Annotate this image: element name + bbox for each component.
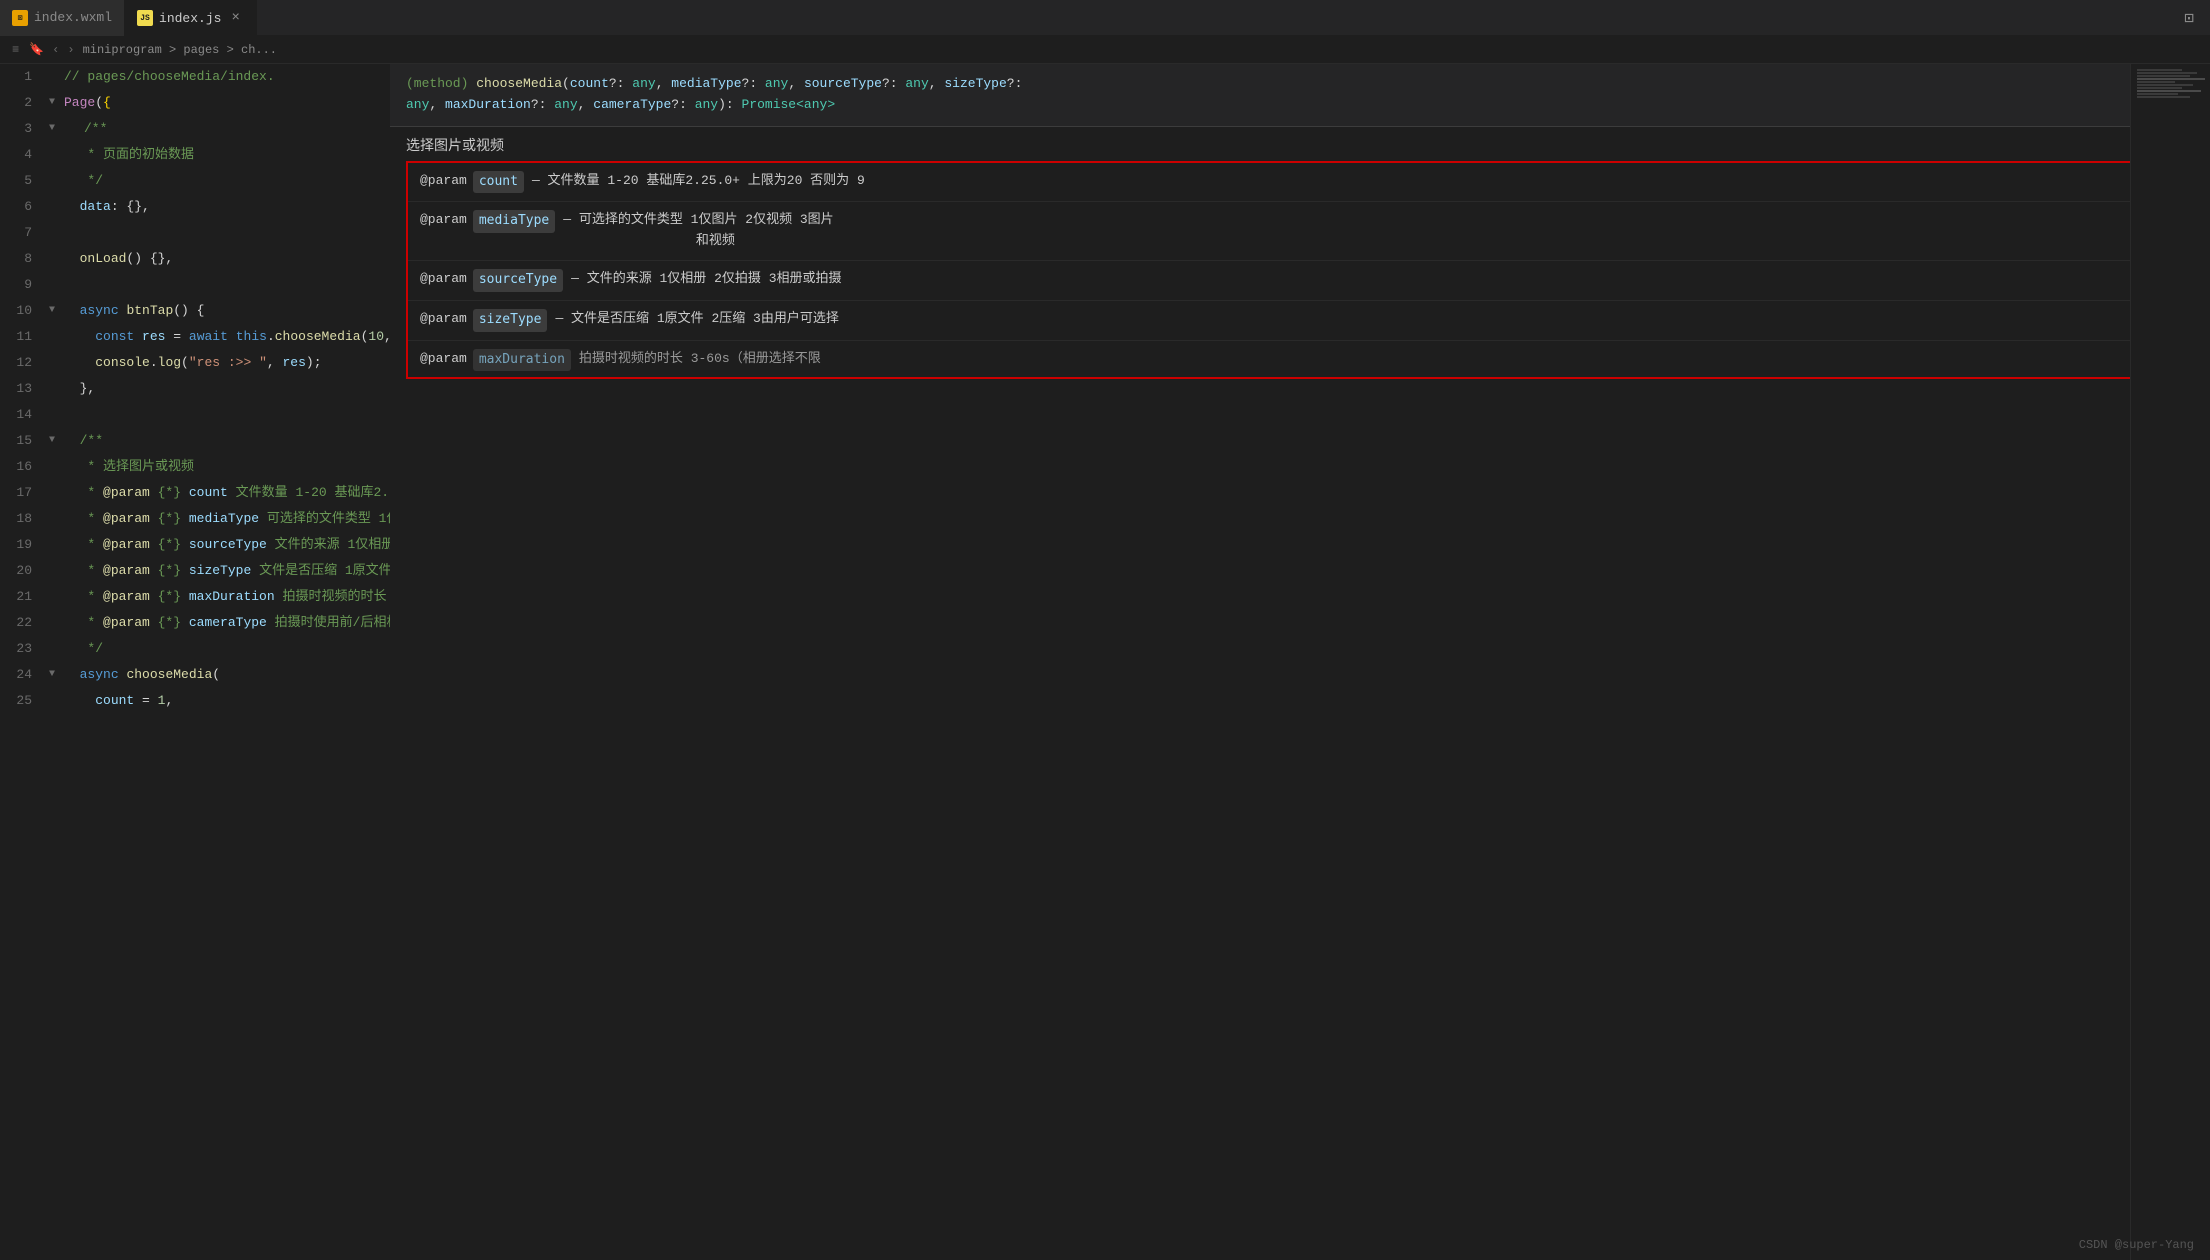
minimap <box>2130 64 2210 1260</box>
table-row: 24 ▼ async chooseMedia( <box>0 662 390 688</box>
tab-close-button[interactable]: × <box>227 8 243 28</box>
tab-bar: ⊠ index.wxml JS index.js × ⊡ <box>0 0 2210 36</box>
tooltip-param-maxduration: @param maxDuration 拍摄时视频的时长 3-60s（相册选择不限 <box>408 341 2192 377</box>
table-row: 11 const res = await this.chooseMedia(10… <box>0 324 390 350</box>
tooltip-param-count: @param count — 文件数量 1-20 基础库2.25.0+ 上限为2… <box>408 163 2192 203</box>
table-row: 1 // pages/chooseMedia/index. <box>0 64 390 90</box>
table-row: 17 * @param {*} count 文件数量 1-20 基础库2.25.… <box>0 480 390 506</box>
tooltip-param-sizetype: @param sizeType — 文件是否压缩 1原文件 2压缩 3由用户可选… <box>408 301 2192 341</box>
table-row: 6 data: {}, <box>0 194 390 220</box>
table-row: 7 <box>0 220 390 246</box>
breadcrumb: ≡ 🔖 ‹ › miniprogram > pages > ch... <box>0 36 2210 64</box>
breadcrumb-text: miniprogram > pages > ch... <box>83 43 277 57</box>
table-row: 4 * 页面的初始数据 <box>0 142 390 168</box>
table-row: 22 * @param {*} cameraType 拍摄时使用前/后相机 1后… <box>0 610 390 636</box>
tooltip-param-mediatype: @param mediaType — 可选择的文件类型 1仅图片 2仅视频 3图… <box>408 202 2192 261</box>
table-row: 18 * @param {*} mediaType 可选择的文件类型 1仅图片 … <box>0 506 390 532</box>
tab-js[interactable]: JS index.js × <box>125 0 257 36</box>
table-row: 13 }, <box>0 376 390 402</box>
table-row: 14 <box>0 402 390 428</box>
table-row: 25 count = 1, <box>0 688 390 714</box>
table-row: 8 onLoad() {}, <box>0 246 390 272</box>
table-row: 3 ▼ /** <box>0 116 390 142</box>
code-lines: 1 // pages/chooseMedia/index. 2 ▼ Page({… <box>0 64 390 714</box>
bookmark-icon: 🔖 <box>29 42 44 57</box>
nav-back-icon[interactable]: ≡ <box>12 43 19 57</box>
table-row: 16 * 选择图片或视频 <box>0 454 390 480</box>
tooltip-signature: (method) chooseMedia(count?: any, mediaT… <box>390 64 2210 127</box>
table-row: 2 ▼ Page({ <box>0 90 390 116</box>
table-row: 5 */ <box>0 168 390 194</box>
split-editor-button[interactable]: ⊡ <box>2184 8 2210 28</box>
back-arrow-icon[interactable]: ‹ <box>52 43 59 57</box>
tooltip-param-sourcetype: @param sourceType — 文件的来源 1仅相册 2仅拍摄 3相册或… <box>408 261 2192 301</box>
table-row: 12 console.log("res :>> ", res); <box>0 350 390 376</box>
table-row: 20 * @param {*} sizeType 文件是否压缩 1原文件 2压缩… <box>0 558 390 584</box>
table-row: 9 <box>0 272 390 298</box>
watermark: CSDN @super-Yang <box>2079 1238 2194 1252</box>
tab-wxml-label: index.wxml <box>34 10 112 25</box>
tab-js-label: index.js <box>159 11 221 26</box>
wxml-icon: ⊠ <box>12 10 28 26</box>
tooltip-title: 选择图片或视频 <box>390 127 2210 161</box>
tooltip-param-box: @param count — 文件数量 1-20 基础库2.25.0+ 上限为2… <box>406 161 2194 379</box>
table-row: 10 ▼ async btnTap() { <box>0 298 390 324</box>
table-row: 19 * @param {*} sourceType 文件的来源 1仅相册 2仅… <box>0 532 390 558</box>
table-row: 23 */ <box>0 636 390 662</box>
tooltip-area: (method) chooseMedia(count?: any, mediaT… <box>390 64 2210 1260</box>
code-editor: 1 // pages/chooseMedia/index. 2 ▼ Page({… <box>0 64 390 1260</box>
js-icon: JS <box>137 10 153 26</box>
forward-arrow-icon[interactable]: › <box>67 43 74 57</box>
tab-wxml[interactable]: ⊠ index.wxml <box>0 0 125 36</box>
table-row: 15 ▼ /** <box>0 428 390 454</box>
table-row: 21 * @param {*} maxDuration 拍摄时视频的时长 3-6… <box>0 584 390 610</box>
main-layout: 1 // pages/chooseMedia/index. 2 ▼ Page({… <box>0 64 2210 1260</box>
